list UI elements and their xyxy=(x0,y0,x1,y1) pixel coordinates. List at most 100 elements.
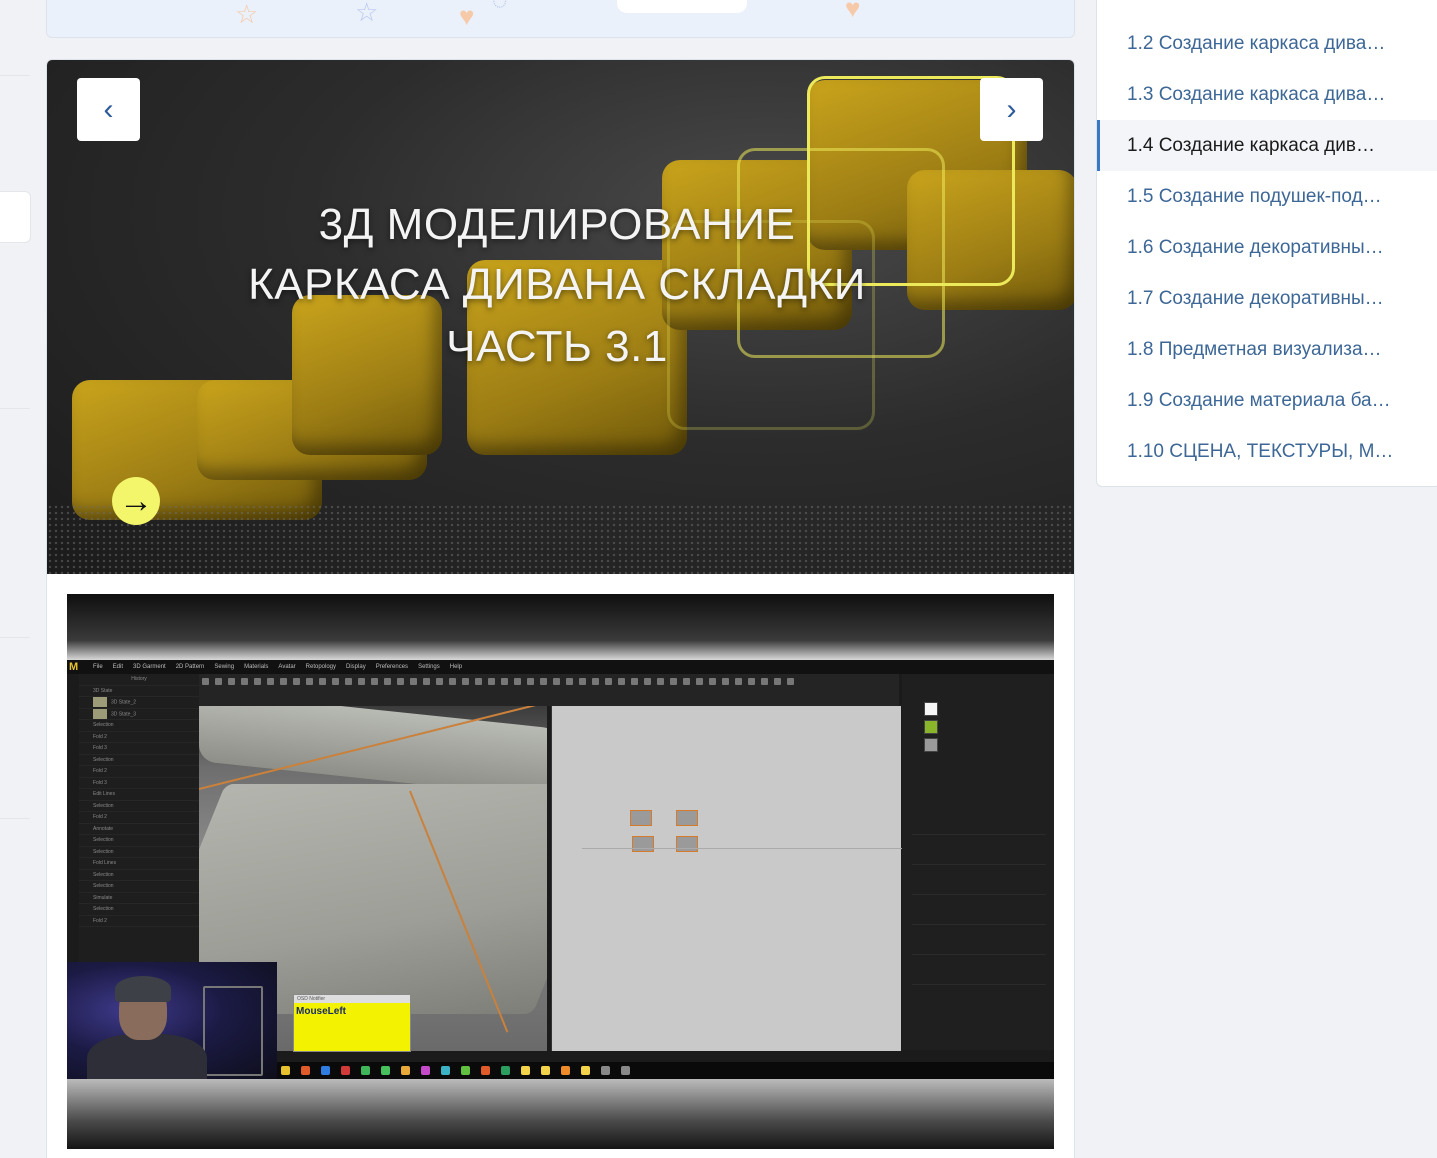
left-panel-edge xyxy=(0,191,31,243)
top-banner: ☆ ☆ ♥ ♥ ◌ xyxy=(46,0,1075,38)
dot-pattern xyxy=(47,504,1074,574)
panel-divider xyxy=(912,834,1046,835)
menu-item: Preferences xyxy=(375,664,409,670)
thumbnail xyxy=(93,708,107,719)
toc-item-1-4[interactable]: 1.4 Создание каркаса див… xyxy=(1097,120,1437,171)
toc-item-1-3[interactable]: 1.3 Создание каркаса дива… xyxy=(1097,69,1437,120)
pattern-piece xyxy=(676,810,698,826)
taskbar-icon xyxy=(561,1066,570,1075)
presenter-beanie xyxy=(115,976,171,1002)
shelf xyxy=(203,986,263,1076)
history-item: Fold 3 xyxy=(79,743,199,755)
thumbnail xyxy=(93,697,107,707)
star-icon: ☆ xyxy=(355,0,379,27)
history-item: Simulate xyxy=(79,893,199,904)
key-notifier-text: MouseLeft xyxy=(296,1006,346,1017)
pattern-piece xyxy=(676,836,698,852)
left-divider xyxy=(0,818,30,819)
lesson-video[interactable]: M File Edit 3D Garment 2D Pattern Sewing… xyxy=(67,594,1054,1149)
cushion-block xyxy=(292,295,442,455)
taskbar-icon xyxy=(461,1066,470,1075)
pattern-piece xyxy=(632,836,654,852)
fabric-swatch xyxy=(924,720,938,734)
panel-divider xyxy=(912,984,1046,985)
chevron-right-icon: › xyxy=(1006,92,1017,126)
history-item: Selection xyxy=(79,835,199,847)
menu-item: Settings xyxy=(418,664,440,670)
menu-item: Materials xyxy=(244,664,269,670)
history-item: Edit Lines xyxy=(79,789,199,801)
taskbar-icon xyxy=(281,1066,290,1075)
taskbar-icon xyxy=(501,1066,510,1075)
toc-item-1-6[interactable]: 1.6 Создание декоративны… xyxy=(1097,222,1437,273)
toc-item-1-2[interactable]: 1.2 Создание каркаса дива… xyxy=(1097,18,1437,69)
taskbar-icon xyxy=(481,1066,490,1075)
taskbar-icon xyxy=(321,1066,330,1075)
2d-pattern-window xyxy=(551,706,902,1051)
history-item: Selection xyxy=(79,801,199,812)
panel-divider xyxy=(912,924,1046,925)
taskbar-icon xyxy=(621,1066,630,1075)
toc-item-1-5[interactable]: 1.5 Создание подушек-под… xyxy=(1097,171,1437,222)
ring-icon: ◌ xyxy=(492,0,508,15)
taskbar-icon xyxy=(581,1066,590,1075)
clo3d-screen: M File Edit 3D Garment 2D Pattern Sewing… xyxy=(67,660,1054,1082)
history-item: 3D State_3 xyxy=(79,708,199,720)
history-item: Selection xyxy=(79,881,199,893)
menu-item: Help xyxy=(449,664,463,670)
heart-icon: ♥ xyxy=(459,1,475,31)
toc-item-1-7[interactable]: 1.7 Создание декоративны… xyxy=(1097,273,1437,324)
history-item: Fold 2 xyxy=(79,916,199,927)
slider-next-button[interactable]: › xyxy=(980,78,1043,141)
left-divider xyxy=(0,637,30,638)
menu-item: Display xyxy=(346,664,366,670)
history-item: 3D State_2 xyxy=(79,697,199,709)
slider-prev-button[interactable]: ‹ xyxy=(77,78,140,141)
taskbar-icon xyxy=(301,1066,310,1075)
key-notifier-title: OSD Notifier xyxy=(294,995,410,1003)
taskbar-icon xyxy=(441,1066,450,1075)
history-item: Selection xyxy=(79,870,199,881)
menu-item: Retopology xyxy=(305,664,337,670)
arrow-right-circle-icon[interactable]: → xyxy=(112,477,160,525)
banner-button[interactable] xyxy=(617,0,747,13)
property-panel xyxy=(902,674,1054,1050)
app-menubar: M File Edit 3D Garment 2D Pattern Sewing… xyxy=(67,660,1054,674)
heart-icon: ♥ xyxy=(845,0,861,23)
taskbar-icon xyxy=(381,1066,390,1075)
taskbar-icon xyxy=(341,1066,350,1075)
history-item: Fold Lines xyxy=(79,858,199,870)
left-divider xyxy=(0,75,30,76)
lesson-card: 3Д МОДЕЛИРОВАНИЕ КАРКАСА ДИВАНА СКЛАДКИ … xyxy=(46,59,1075,1158)
toc-item-1-8[interactable]: 1.8 Предметная визуализа… xyxy=(1097,324,1437,375)
menu-item: File xyxy=(93,664,103,670)
history-panel: History 3D State 3D State_2 3D State_3 S… xyxy=(79,674,199,974)
fabric-swatch xyxy=(924,702,938,716)
history-item: 3D State xyxy=(79,686,199,697)
history-item: Selection xyxy=(79,720,199,732)
pattern-axis xyxy=(582,848,902,849)
menu-item: Edit xyxy=(112,664,124,670)
toc-item-1-9[interactable]: 1.9 Создание материала ба… xyxy=(1097,375,1437,426)
slide-title-line-1: 3Д МОДЕЛИРОВАНИЕ xyxy=(318,200,796,249)
history-item: Selection xyxy=(79,847,199,858)
panel-divider xyxy=(912,894,1046,895)
lesson-slider: 3Д МОДЕЛИРОВАНИЕ КАРКАСА ДИВАНА СКЛАДКИ … xyxy=(47,60,1074,574)
menu-item: Sewing xyxy=(214,664,235,670)
left-divider xyxy=(0,408,30,409)
toc-item-1-10[interactable]: 1.10 СЦЕНА, ТЕКСТУРЫ, М… xyxy=(1097,426,1437,477)
fabric-swatch xyxy=(924,738,938,752)
history-item: Annotate xyxy=(79,824,199,835)
taskbar-icon xyxy=(401,1066,410,1075)
lesson-toc: 1.2 Создание каркаса дива… 1.3 Создание … xyxy=(1096,0,1437,487)
history-title: History xyxy=(79,674,199,686)
history-item: Selection xyxy=(79,755,199,766)
presenter-body xyxy=(87,1034,207,1082)
taskbar-icon xyxy=(601,1066,610,1075)
taskbar-icon xyxy=(541,1066,550,1075)
app-logo: M xyxy=(69,661,79,673)
menu-item: Avatar xyxy=(278,664,296,670)
slide-title-line-3: ЧАСТЬ 3.1 xyxy=(446,322,668,371)
history-item: Selection xyxy=(79,904,199,916)
menu-item: 2D Pattern xyxy=(175,664,205,670)
